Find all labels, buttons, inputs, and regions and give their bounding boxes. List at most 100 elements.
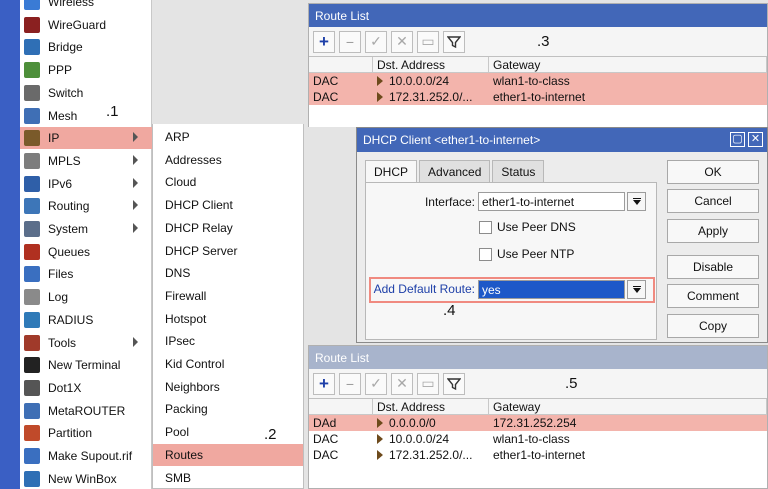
submenu-item-hotspot[interactable]: Hotspot: [153, 308, 303, 330]
menu-item-wireguard[interactable]: WireGuard: [20, 14, 152, 36]
submenu-item-cloud[interactable]: Cloud: [153, 171, 303, 193]
add-icon[interactable]: +: [313, 30, 335, 53]
menu-item-files[interactable]: Files: [20, 263, 152, 285]
menu-item-system[interactable]: System: [20, 218, 152, 240]
remove-icon[interactable]: −: [339, 30, 361, 53]
mesh-icon: [24, 107, 40, 124]
menu-item-new-winbox[interactable]: New WinBox: [20, 468, 152, 489]
route-flags: DAC: [313, 74, 339, 88]
table-row[interactable]: DAC 172.31.252.0/... ether1-to-internet: [309, 89, 767, 105]
maximize-icon[interactable]: ▢: [730, 132, 745, 147]
disable-icon[interactable]: ✕: [391, 30, 413, 53]
remove-icon[interactable]: −: [339, 372, 361, 395]
column-gateway[interactable]: Gateway: [489, 399, 767, 414]
menu-item-label: PPP: [48, 63, 73, 78]
enable-icon[interactable]: ✓: [365, 30, 387, 53]
submenu-item-ipsec[interactable]: IPsec: [153, 330, 303, 352]
interface-select[interactable]: ether1-to-internet: [478, 192, 625, 211]
menu-item-tools[interactable]: Tools: [20, 332, 152, 354]
filter-icon[interactable]: [443, 372, 465, 395]
disable-icon[interactable]: ✕: [391, 372, 413, 395]
metarouter-icon: [24, 402, 40, 419]
menu-item-dot1x[interactable]: Dot1X: [20, 377, 152, 399]
tab-dhcp[interactable]: DHCP: [365, 160, 418, 183]
menu-item-label: IPv6: [48, 176, 73, 191]
submenu-item-dns[interactable]: DNS: [153, 262, 303, 284]
column-dst-address[interactable]: Dst. Address: [373, 399, 489, 414]
route-table-bottom: Dst. Address Gateway DAd 0.0.0.0/0 172.31.…: [309, 399, 767, 488]
submenu-item-arp[interactable]: ARP: [153, 126, 303, 148]
comment-button[interactable]: Comment: [667, 284, 759, 308]
interface-dropdown-icon[interactable]: [627, 192, 646, 211]
submenu-item-packing[interactable]: Packing: [153, 398, 303, 420]
menu-item-mesh[interactable]: Mesh: [20, 105, 152, 127]
column-dst-address[interactable]: Dst. Address: [373, 57, 489, 72]
menu-item-label: New Terminal: [48, 358, 121, 373]
submenu-item-firewall[interactable]: Firewall: [153, 285, 303, 307]
ipv6-icon: [24, 175, 40, 192]
menu-item-switch[interactable]: Switch: [20, 82, 152, 104]
route-dst-text: 172.31.252.0/...: [389, 448, 473, 462]
menu-item-metarouter[interactable]: MetaROUTER: [20, 400, 152, 422]
add-default-route-select[interactable]: yes: [478, 280, 625, 299]
table-row[interactable]: DAC 172.31.252.0/... ether1-to-internet: [309, 447, 767, 463]
annotation-2: .2: [264, 426, 277, 443]
use-peer-dns-checkbox[interactable]: [479, 221, 492, 234]
dhcp-dialog-titlebar[interactable]: DHCP Client <ether1-to-internet> ▢ ✕: [357, 128, 767, 152]
mpls-icon: [24, 152, 40, 169]
enable-icon[interactable]: ✓: [365, 372, 387, 395]
menu-item-routing[interactable]: Routing: [20, 195, 152, 217]
comment-icon[interactable]: ▭: [417, 30, 439, 53]
route-list-bottom-title[interactable]: Route List: [309, 346, 767, 369]
copy-button[interactable]: Copy: [667, 314, 759, 338]
menu-item-ipv6[interactable]: IPv6: [20, 173, 152, 195]
submenu-item-dhcp-client[interactable]: DHCP Client: [153, 194, 303, 216]
submenu-item-routes[interactable]: Routes: [153, 443, 303, 466]
dot1x-icon: [24, 379, 40, 396]
default-route-dropdown-icon[interactable]: [627, 280, 646, 299]
close-icon[interactable]: ✕: [748, 132, 763, 147]
menu-item-wireless[interactable]: Wireless: [20, 0, 152, 13]
submenu-item-smb[interactable]: SMB: [153, 467, 303, 489]
menu-item-partition[interactable]: Partition: [20, 422, 152, 444]
route-gateway: wlan1-to-class: [493, 74, 570, 88]
tab-advanced[interactable]: Advanced: [419, 160, 491, 182]
menu-item-log[interactable]: Log: [20, 286, 152, 308]
menu-item-bridge[interactable]: Bridge: [20, 36, 152, 58]
submenu-item-dhcp-server[interactable]: DHCP Server: [153, 240, 303, 262]
menu-item-label: WireGuard: [48, 17, 107, 32]
cancel-button[interactable]: Cancel: [667, 189, 759, 213]
ok-button[interactable]: OK: [667, 160, 759, 184]
menu-item-ppp[interactable]: PPP: [20, 59, 152, 81]
tab-status[interactable]: Status: [492, 160, 545, 182]
menu-item-make-supout-rif[interactable]: Make Supout.rif: [20, 445, 152, 467]
menu-item-queues[interactable]: Queues: [20, 241, 152, 263]
route-table-top: Dst. Address Gateway DAC 10.0.0.0/24 wlan1…: [309, 57, 767, 127]
table-row[interactable]: DAd 0.0.0.0/0 172.31.252.254: [309, 415, 767, 431]
menu-item-label: MetaROUTER: [48, 403, 126, 418]
menu-item-ip[interactable]: IP: [20, 127, 152, 150]
annotation-5: .5: [565, 375, 578, 392]
submenu-item-dhcp-relay[interactable]: DHCP Relay: [153, 217, 303, 239]
table-row[interactable]: DAC 10.0.0.0/24 wlan1-to-class: [309, 431, 767, 447]
table-row[interactable]: DAC 10.0.0.0/24 wlan1-to-class: [309, 73, 767, 89]
comment-icon[interactable]: ▭: [417, 372, 439, 395]
menu-item-mpls[interactable]: MPLS: [20, 150, 152, 172]
submenu-item-kid-control[interactable]: Kid Control: [153, 353, 303, 375]
wireless-icon: [24, 0, 40, 10]
disable-button[interactable]: Disable: [667, 255, 759, 279]
route-list-window-bottom: Route List + − ✓ ✕ ▭ .5 Dst. Address Gat…: [308, 345, 768, 489]
submenu-item-neighbors[interactable]: Neighbors: [153, 376, 303, 398]
submenu-item-addresses[interactable]: Addresses: [153, 149, 303, 171]
menu-item-new-terminal[interactable]: New Terminal: [20, 354, 152, 376]
apply-button[interactable]: Apply: [667, 219, 759, 243]
submenu-item-pool[interactable]: Pool: [153, 421, 303, 443]
submenu-arrow-icon: [133, 200, 138, 211]
filter-icon[interactable]: [443, 30, 465, 53]
route-list-top-title[interactable]: Route List: [309, 4, 767, 27]
menu-item-radius[interactable]: RADIUS: [20, 309, 152, 331]
menu-item-label: Routing: [48, 199, 90, 214]
column-gateway[interactable]: Gateway: [489, 57, 767, 72]
use-peer-ntp-checkbox[interactable]: [479, 248, 492, 261]
add-icon[interactable]: +: [313, 372, 335, 395]
